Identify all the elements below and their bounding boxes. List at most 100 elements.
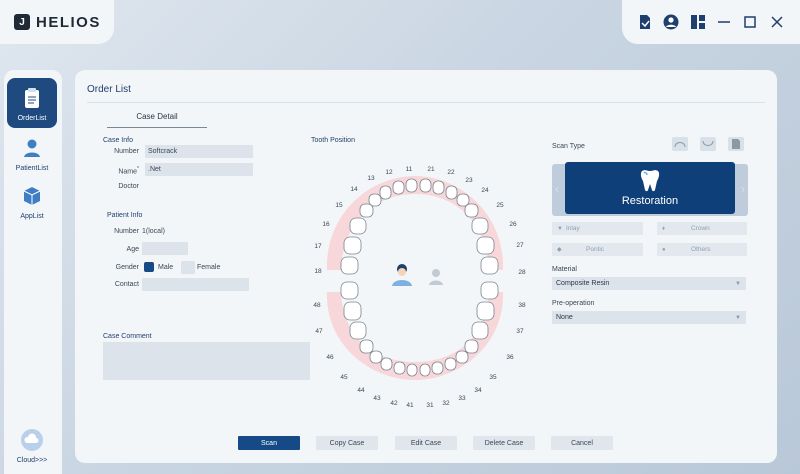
tooth-label-43: 43	[373, 395, 381, 402]
minimize-icon[interactable]	[715, 13, 733, 31]
tooth-17[interactable]	[343, 236, 362, 255]
tooth-47[interactable]	[343, 301, 362, 321]
tooth-label-18: 18	[314, 268, 322, 275]
tooth-12[interactable]	[392, 180, 405, 195]
tooth-45[interactable]	[359, 339, 374, 354]
sidebar-item-orderlist[interactable]: OrderList	[7, 78, 57, 128]
preoperation-select[interactable]: None ▼	[552, 311, 746, 324]
scan-type-restoration-card[interactable]: Restoration	[565, 162, 735, 214]
sidebar-item-patientlist[interactable]: PatientList	[7, 134, 57, 172]
chevron-down-icon: ▼	[735, 280, 741, 287]
male-radio[interactable]	[144, 262, 154, 272]
app-logo: J HELIOS	[0, 0, 114, 44]
scan-button[interactable]: Scan	[238, 436, 300, 450]
contact-field[interactable]	[142, 278, 249, 291]
tooth-11[interactable]	[405, 178, 418, 193]
tab-case-detail[interactable]: Case Detail	[107, 112, 207, 128]
cancel-button[interactable]: Cancel	[551, 436, 613, 450]
cube-icon	[18, 182, 46, 210]
copy-case-button[interactable]: Copy Case	[316, 436, 378, 450]
scan-type-label: Restoration	[621, 195, 679, 207]
upper-jaw-icon[interactable]	[672, 137, 688, 151]
tooth-37[interactable]	[476, 301, 495, 321]
tooth-label-42: 42	[390, 400, 398, 407]
tooth-31[interactable]	[419, 363, 431, 377]
tooth-14[interactable]	[368, 193, 382, 207]
tooth-18[interactable]	[340, 256, 359, 275]
layout-icon[interactable]	[689, 13, 707, 31]
tooth-21[interactable]	[419, 178, 432, 193]
tooth-23[interactable]	[445, 185, 458, 200]
tooth-13[interactable]	[379, 185, 392, 200]
close-icon[interactable]	[768, 13, 786, 31]
tooth-48[interactable]	[340, 281, 359, 300]
material-select[interactable]: Composite Resin ▼	[552, 277, 746, 290]
tooth-label-32: 32	[442, 400, 450, 407]
tooth-label-27: 27	[516, 242, 524, 249]
scan-type-carousel: ‹ Restoration ›	[552, 162, 748, 216]
case-comment-textarea[interactable]	[103, 342, 310, 380]
tooth-label-11: 11	[405, 166, 413, 173]
tooth-25[interactable]	[464, 203, 479, 218]
tooth-33[interactable]	[444, 357, 457, 371]
age-label: Age	[126, 246, 139, 253]
scan-option-crown[interactable]: ♦ Crown	[657, 222, 747, 235]
preoperation-label: Pre-operation	[552, 300, 595, 307]
tooth-16[interactable]	[349, 217, 367, 235]
patient-number-label: Number	[114, 228, 139, 235]
tooth-44[interactable]	[369, 350, 383, 364]
tooth-36[interactable]	[471, 321, 489, 340]
tooth-24[interactable]	[456, 193, 470, 207]
document-icon[interactable]	[636, 13, 654, 31]
tooth-label-25: 25	[496, 202, 504, 209]
tooth-43[interactable]	[380, 357, 393, 371]
tooth-label-13: 13	[367, 175, 375, 182]
doctor-avatar-icon[interactable]	[662, 13, 680, 31]
tooth-38[interactable]	[480, 281, 499, 300]
tooth-position-header: Tooth Position	[311, 137, 355, 144]
tooth-label-45: 45	[340, 374, 348, 381]
case-name-field[interactable]: .Net	[145, 163, 253, 176]
delete-case-button[interactable]: Delete Case	[473, 436, 535, 450]
material-label: Material	[552, 266, 577, 273]
sidebar-item-label: AppList	[20, 213, 44, 220]
pontic-icon: ◆	[557, 247, 562, 253]
tooth-label-26: 26	[509, 221, 517, 228]
tooth-27[interactable]	[476, 236, 495, 255]
maximize-icon[interactable]	[741, 13, 759, 31]
tooth-26[interactable]	[471, 217, 489, 235]
tooth-34[interactable]	[455, 350, 469, 364]
lower-jaw-icon[interactable]	[700, 137, 716, 151]
tooth-label-44: 44	[357, 387, 365, 394]
tooth-label-12: 12	[385, 169, 393, 176]
tooth-15[interactable]	[359, 203, 374, 218]
sidebar-item-applist[interactable]: AppList	[7, 182, 57, 220]
tooth-32[interactable]	[431, 361, 444, 375]
secondary-patient-icon	[429, 269, 443, 285]
chevron-right-icon[interactable]: ›	[741, 182, 745, 196]
file-icon[interactable]	[728, 137, 744, 151]
patient-number-value: 1(local)	[142, 228, 165, 235]
chevron-left-icon[interactable]: ‹	[555, 182, 559, 196]
app-name: HELIOS	[36, 13, 101, 31]
tooth-label-16: 16	[322, 221, 330, 228]
tooth-46[interactable]	[349, 321, 367, 340]
case-number-field[interactable]: Softcrack	[145, 145, 253, 158]
tooth-label-33: 33	[458, 395, 466, 402]
scan-option-others[interactable]: ● Others	[657, 243, 747, 256]
tooth-35[interactable]	[464, 339, 479, 354]
doctor-label: Doctor	[118, 183, 139, 190]
female-radio[interactable]	[181, 261, 195, 274]
tooth-41[interactable]	[406, 363, 418, 377]
contact-label: Contact	[114, 281, 139, 288]
person-icon	[18, 134, 46, 162]
scan-option-inlay[interactable]: ▼ Inlay	[552, 222, 643, 235]
scan-option-pontic[interactable]: ◆ Pontic	[552, 243, 643, 256]
tooth-42[interactable]	[393, 361, 406, 375]
edit-case-button[interactable]: Edit Case	[395, 436, 457, 450]
cloud-button[interactable]: Cloud>>>	[7, 426, 57, 464]
tooth-22[interactable]	[432, 180, 445, 195]
tooth-28[interactable]	[480, 256, 499, 275]
chevron-down-icon: ▼	[735, 314, 741, 321]
age-field[interactable]	[142, 242, 188, 255]
